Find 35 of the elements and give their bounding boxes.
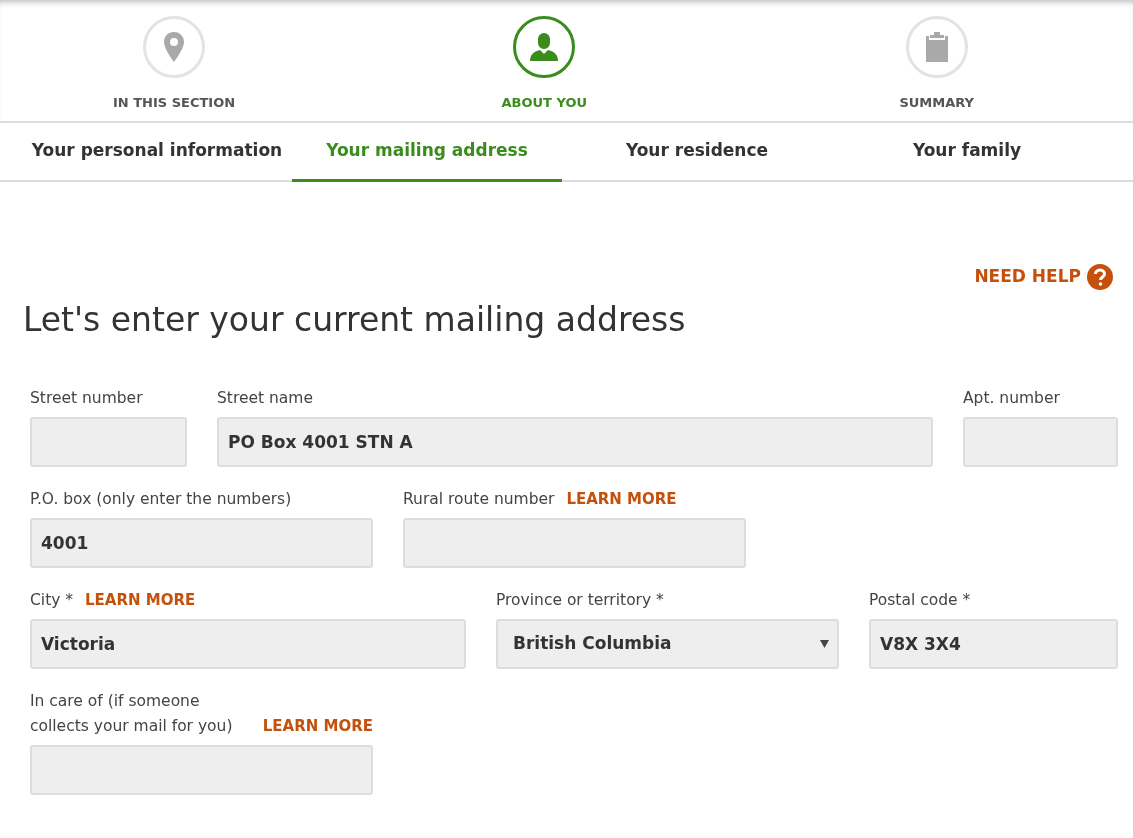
tab[interactable]: Your family <box>832 123 1102 182</box>
input-field[interactable]: V8X 3X4 <box>869 618 1118 669</box>
field-label: P.O. box (only enter the numbers) <box>30 488 292 510</box>
caret-icon <box>820 639 829 648</box>
input-field[interactable]: Victoria <box>30 618 466 669</box>
field-label: Rural route number <box>403 488 555 510</box>
tab[interactable]: Your personal information <box>22 123 292 182</box>
person-icon <box>529 32 560 62</box>
input-field[interactable] <box>963 416 1118 467</box>
field-label: Apt. number <box>963 387 1060 409</box>
input-field[interactable] <box>403 517 746 568</box>
step-label: IN THIS SECTION <box>112 94 236 112</box>
step-label: SUMMARY <box>899 94 975 112</box>
learn-more-link[interactable]: LEARN MORE <box>85 587 196 613</box>
field-label: In care of (if someone collects your mail for you) <box>30 690 234 737</box>
input-field[interactable]: 4001 <box>30 517 373 568</box>
learn-more-link[interactable]: LEARN MORE <box>566 486 677 512</box>
input-field[interactable] <box>30 744 373 795</box>
tab[interactable]: Your residence <box>562 123 832 182</box>
field-label: Postal code * <box>869 589 971 611</box>
field-label: Province or territory * <box>496 589 664 611</box>
input-field[interactable]: PO Box 4001 STN A <box>217 416 933 467</box>
dropdown-field[interactable]: British Columbia <box>496 618 839 669</box>
field-label: City * <box>30 589 74 611</box>
pin-icon <box>163 31 185 63</box>
input-field[interactable] <box>30 416 187 467</box>
field-label: Street number <box>30 387 143 409</box>
page-title: Let's enter your current mailing address <box>23 300 687 340</box>
step-label: ABOUT YOU <box>501 94 587 112</box>
clipboard-icon <box>924 31 949 63</box>
field-label: Street name <box>217 387 313 409</box>
help-link[interactable]: NEED HELP <box>974 264 1081 290</box>
help-icon[interactable] <box>1087 264 1113 290</box>
learn-more-link[interactable]: LEARN MORE <box>262 713 373 739</box>
tab[interactable]: Your mailing address <box>292 123 562 182</box>
